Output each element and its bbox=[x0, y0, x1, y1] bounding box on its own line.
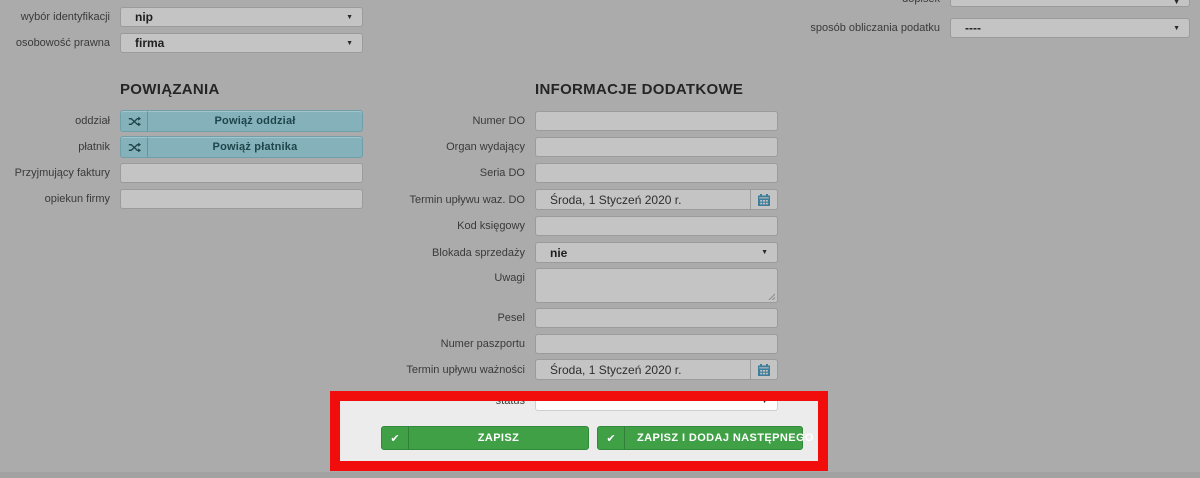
termin-waz-do-label: Termin upływu waz. DO bbox=[409, 193, 525, 206]
blokada-sprzedazy-select[interactable]: nie ▼ bbox=[535, 242, 778, 263]
wybor-identyfikacji-select[interactable]: nip ▼ bbox=[120, 7, 363, 27]
dopisek-select[interactable]: ▼ bbox=[950, 0, 1190, 7]
row-kod-ksiegowy: Kod księgowy bbox=[365, 216, 778, 236]
date-value: Środa, 1 Styczeń 2020 r. bbox=[550, 362, 682, 377]
status-label: status bbox=[495, 395, 525, 407]
numer-paszportu-input[interactable] bbox=[535, 334, 778, 354]
row-wybor-identyfikacji: wybór identyfikacji nip ▼ bbox=[0, 7, 363, 27]
blokada-sprzedazy-label: Blokada sprzedaży bbox=[432, 246, 525, 259]
opiekun-firmy-label: opiekun firmy bbox=[44, 193, 110, 205]
button-label: ZAPISZ bbox=[477, 432, 520, 444]
caret-down-icon: ▼ bbox=[346, 39, 353, 47]
date-value: Środa, 1 Styczeń 2020 r. bbox=[550, 192, 682, 207]
row-platnik: płatnik Powiąż płatnika bbox=[0, 136, 363, 158]
pesel-label: Pesel bbox=[497, 312, 525, 324]
row-numer-do: Numer DO bbox=[365, 111, 778, 131]
termin-waz-do-datepicker[interactable]: Środa, 1 Styczeń 2020 r. bbox=[535, 189, 778, 210]
select-value: firma bbox=[135, 36, 165, 50]
zapisz-i-dodaj-nastepnego-button[interactable]: ✔ ZAPISZ I DODAJ NASTĘPNEGO bbox=[597, 426, 813, 450]
seria-do-input[interactable] bbox=[535, 163, 778, 183]
button-label: Powiąż oddział bbox=[214, 115, 296, 127]
button-label: Powiąż płatnika bbox=[212, 141, 298, 153]
organ-wydajacy-label: Organ wydający bbox=[446, 141, 525, 153]
organ-wydajacy-input[interactable] bbox=[535, 137, 778, 157]
row-termin-waz-do: Termin upływu waz. DO Środa, 1 Styczeń 2… bbox=[365, 189, 778, 210]
przyjmujacy-faktury-input[interactable] bbox=[120, 163, 363, 183]
caret-down-icon: ▼ bbox=[1173, 24, 1180, 32]
status-select[interactable]: ▼ bbox=[535, 391, 778, 411]
wybor-identyfikacji-label: wybór identyfikacji bbox=[20, 11, 110, 23]
caret-down-icon: ▼ bbox=[761, 249, 768, 256]
numer-do-input[interactable] bbox=[535, 111, 778, 131]
row-organ-wydajacy: Organ wydający bbox=[365, 137, 778, 157]
row-blokada-sprzedazy: Blokada sprzedaży nie ▼ bbox=[365, 242, 778, 263]
osobowosc-prawna-select[interactable]: firma ▼ bbox=[120, 33, 363, 53]
shuffle-icon bbox=[121, 137, 148, 157]
pesel-input[interactable] bbox=[535, 308, 778, 328]
sposob-obliczania-podatku-select[interactable]: ---- ▼ bbox=[950, 18, 1190, 38]
row-przyjmujacy-faktury: Przyjmujący faktury bbox=[0, 163, 363, 183]
row-oddzial: oddział Powiąż oddział bbox=[0, 110, 363, 132]
select-value: ---- bbox=[965, 21, 981, 35]
numer-do-label: Numer DO bbox=[472, 115, 525, 127]
row-seria-do: Seria DO bbox=[365, 163, 778, 183]
uwagi-textarea[interactable] bbox=[535, 268, 778, 303]
row-status: status ▼ bbox=[365, 391, 778, 411]
row-pesel: Pesel bbox=[365, 308, 778, 328]
button-label: ZAPISZ I DODAJ NASTĘPNEGO bbox=[637, 432, 814, 444]
row-numer-paszportu: Numer paszportu bbox=[365, 334, 778, 354]
sposob-obliczania-podatku-label: sposób obliczania podatku bbox=[810, 22, 940, 34]
kod-ksiegowy-input[interactable] bbox=[535, 216, 778, 236]
select-value: nie bbox=[550, 245, 568, 260]
termin-waznosci-datepicker[interactable]: Środa, 1 Styczeń 2020 r. bbox=[535, 359, 778, 380]
dopisek-label: dopisek bbox=[640, 0, 940, 5]
seria-do-label: Seria DO bbox=[479, 167, 525, 179]
osobowosc-prawna-label: osobowość prawna bbox=[15, 37, 110, 49]
page-bottom-edge bbox=[0, 472, 1200, 478]
termin-waznosci-label: Termin upływu ważności bbox=[406, 363, 525, 376]
row-termin-waznosci: Termin upływu ważności Środa, 1 Styczeń … bbox=[365, 359, 778, 380]
row-osobowosc-prawna: osobowość prawna firma ▼ bbox=[0, 33, 363, 53]
uwagi-label: Uwagi bbox=[494, 272, 525, 284]
powiaz-oddzial-button[interactable]: Powiąż oddział bbox=[120, 110, 363, 132]
row-sposob-obliczania-podatku: sposób obliczania podatku ---- ▼ bbox=[640, 18, 1190, 38]
powiazania-heading: POWIĄZANIA bbox=[120, 81, 220, 98]
caret-down-icon: ▼ bbox=[1173, 0, 1180, 6]
row-dopisek: dopisek ▼ bbox=[640, 0, 1190, 7]
informacje-dodatkowe-heading: INFORMACJE DODATKOWE bbox=[535, 81, 744, 98]
calendar-icon[interactable] bbox=[750, 190, 777, 209]
kod-ksiegowy-label: Kod księgowy bbox=[457, 220, 525, 232]
calendar-icon[interactable] bbox=[750, 360, 777, 379]
check-icon: ✔ bbox=[598, 427, 625, 449]
select-value: nip bbox=[135, 10, 153, 24]
shuffle-icon bbox=[121, 111, 148, 131]
row-opiekun-firmy: opiekun firmy bbox=[0, 189, 363, 209]
oddzial-label: oddział bbox=[75, 115, 110, 127]
caret-down-icon: ▼ bbox=[346, 13, 353, 21]
zapisz-button[interactable]: ✔ ZAPISZ bbox=[381, 426, 589, 450]
row-uwagi: Uwagi bbox=[365, 268, 778, 303]
check-icon: ✔ bbox=[382, 427, 409, 449]
numer-paszportu-label: Numer paszportu bbox=[440, 338, 525, 350]
crm-form-page: wybór identyfikacji nip ▼ osobowość praw… bbox=[0, 0, 1200, 478]
przyjmujacy-faktury-label: Przyjmujący faktury bbox=[14, 167, 110, 179]
opiekun-firmy-input[interactable] bbox=[120, 189, 363, 209]
powiaz-platnika-button[interactable]: Powiąż płatnika bbox=[120, 136, 363, 158]
platnik-label: płatnik bbox=[78, 141, 110, 153]
caret-down-icon: ▼ bbox=[761, 397, 768, 405]
